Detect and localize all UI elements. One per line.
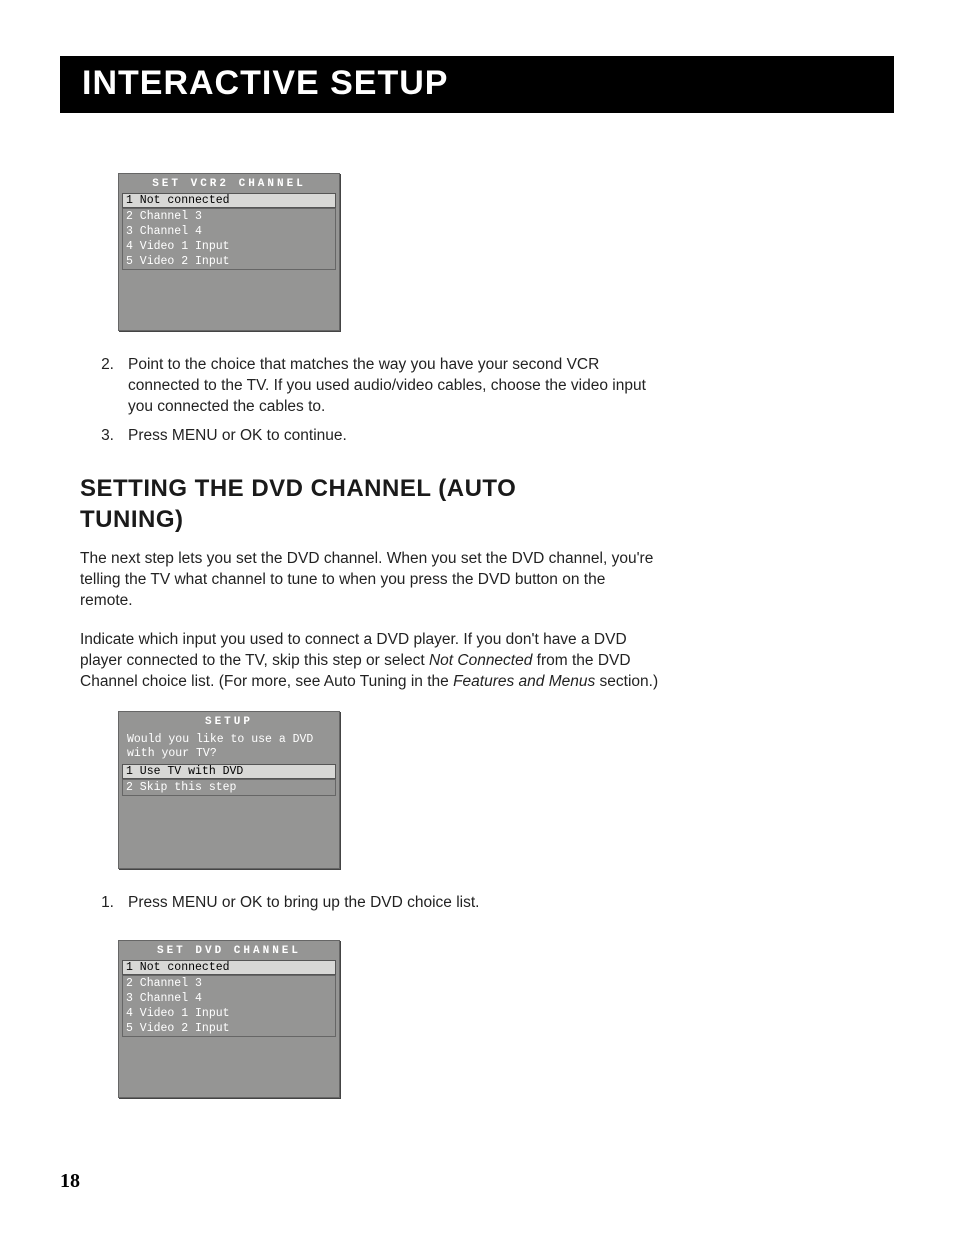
osd-option: 3 Channel 4: [123, 991, 335, 1006]
osd-option: 2 Skip this step: [123, 780, 335, 795]
osd-set-dvd-channel: SET DVD CHANNEL 1 Not connected 2 Channe…: [118, 940, 340, 1098]
osd-title: SETUP: [119, 712, 339, 731]
text-run: section.): [595, 673, 658, 690]
step-number: 1.: [80, 893, 128, 914]
osd-option-selected: 1 Use TV with DVD: [122, 764, 336, 779]
osd-option: 2 Channel 3: [123, 209, 335, 224]
osd-title: SET VCR2 CHANNEL: [119, 174, 339, 193]
osd-option-group: 2 Channel 3 3 Channel 4 4 Video 1 Input …: [122, 208, 336, 270]
osd-option: 4 Video 1 Input: [123, 1006, 335, 1021]
osd-set-vcr2-channel: SET VCR2 CHANNEL 1 Not connected 2 Chann…: [118, 173, 340, 331]
osd-title: SET DVD CHANNEL: [119, 941, 339, 960]
osd-option: 5 Video 2 Input: [123, 254, 335, 269]
section-heading-dvd: Setting the DVD Channel (Auto Tuning): [80, 473, 620, 535]
paragraph: The next step lets you set the DVD chann…: [80, 549, 660, 612]
chapter-title: Interactive Setup: [60, 56, 894, 113]
osd-option: 4 Video 1 Input: [123, 239, 335, 254]
osd-setup-dvd-prompt: SETUP Would you like to use a DVD with y…: [118, 711, 340, 870]
page: Interactive Setup SET VCR2 CHANNEL 1 Not…: [0, 0, 954, 1235]
step-text: Press MENU or OK to continue.: [128, 426, 668, 447]
text-emphasis: Features and Menus: [453, 673, 595, 690]
step-number: 2.: [80, 355, 128, 418]
step-list-b: 1. Press MENU or OK to bring up the DVD …: [80, 893, 700, 914]
step: 2. Point to the choice that matches the …: [80, 355, 700, 418]
page-number: 18: [60, 1170, 80, 1193]
osd-option-group: 2 Skip this step: [122, 779, 336, 796]
osd-option-selected: 1 Not connected: [122, 193, 336, 208]
paragraph: Indicate which input you used to connect…: [80, 630, 660, 693]
step-text: Point to the choice that matches the way…: [128, 355, 668, 418]
text-emphasis: Not Connected: [429, 652, 532, 669]
osd-option: 5 Video 2 Input: [123, 1021, 335, 1036]
content-column: SET VCR2 CHANNEL 1 Not connected 2 Chann…: [80, 173, 700, 1098]
step-list-a: 2. Point to the choice that matches the …: [80, 355, 700, 447]
step-number: 3.: [80, 426, 128, 447]
osd-option-group: 2 Channel 3 3 Channel 4 4 Video 1 Input …: [122, 975, 336, 1037]
step-text: Press MENU or OK to bring up the DVD cho…: [128, 893, 668, 914]
step: 3. Press MENU or OK to continue.: [80, 426, 700, 447]
osd-prompt: Would you like to use a DVD with your TV…: [119, 731, 339, 765]
osd-option: 3 Channel 4: [123, 224, 335, 239]
step: 1. Press MENU or OK to bring up the DVD …: [80, 893, 700, 914]
osd-option-selected: 1 Not connected: [122, 960, 336, 975]
osd-option: 2 Channel 3: [123, 976, 335, 991]
